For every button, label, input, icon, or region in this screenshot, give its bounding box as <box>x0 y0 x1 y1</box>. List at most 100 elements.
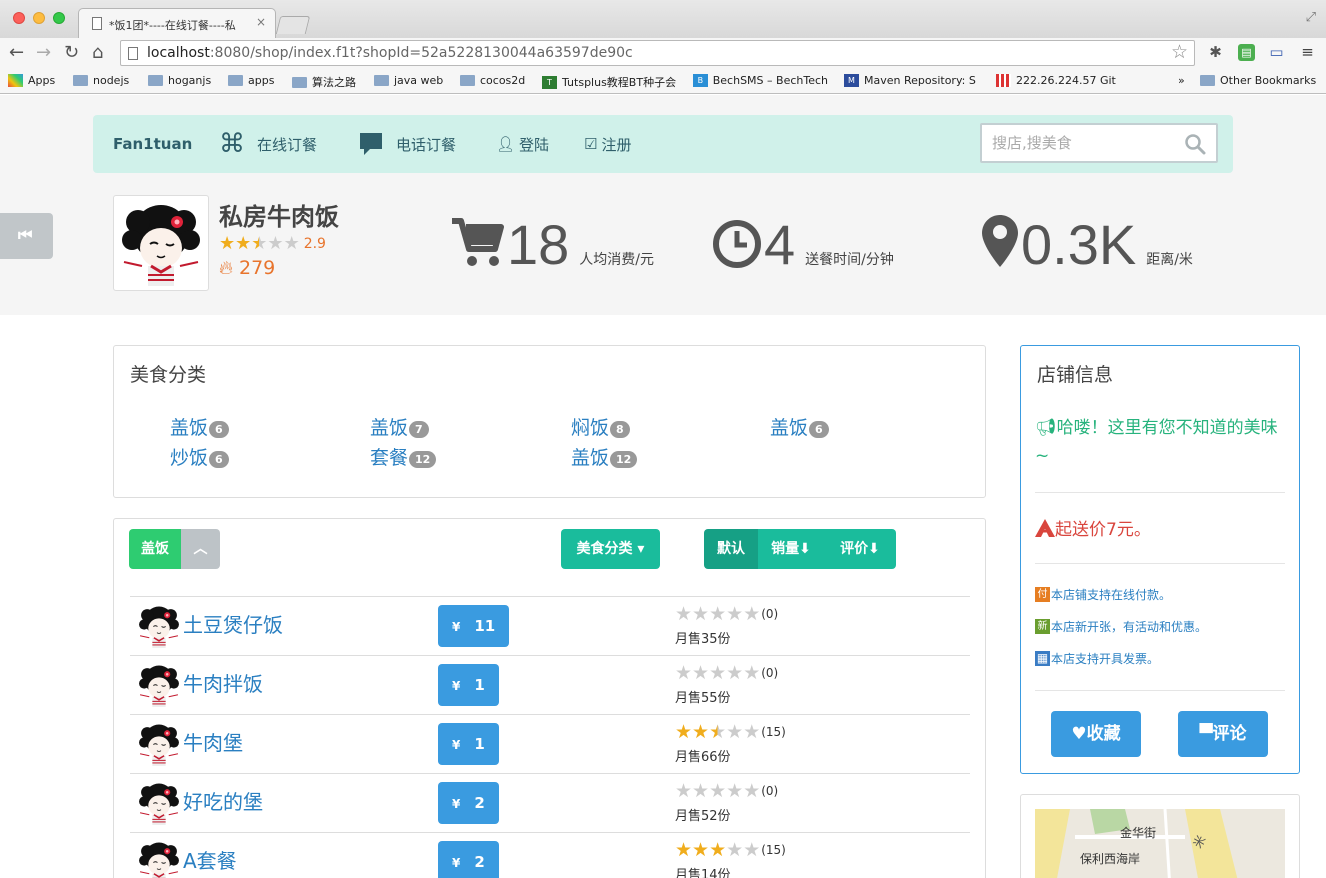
extension-bug-icon[interactable]: ✱ <box>1207 44 1224 61</box>
extension-printer-green-icon[interactable]: ▤ <box>1238 44 1255 61</box>
current-category-button[interactable]: 盖饭 <box>129 529 181 569</box>
shop-avatar-image <box>137 663 181 707</box>
shop-location-map[interactable]: 金华街 保利西海岸 米 <box>1035 809 1285 878</box>
close-window-button[interactable] <box>13 12 25 24</box>
nav-online-order[interactable]: ⌘ 在线订餐 <box>219 128 317 160</box>
count-badge: 6 <box>209 451 229 468</box>
star-icon: ★ <box>726 780 744 802</box>
dish-thumbnail[interactable] <box>137 840 181 878</box>
fullscreen-icon[interactable]: ⤢ <box>1306 10 1316 25</box>
category-link[interactable]: 盖饭 6 <box>170 413 229 440</box>
avg-cost-stat: 18 人均消费/元 <box>507 213 654 273</box>
search-input[interactable] <box>992 134 1172 152</box>
category-dropdown-button[interactable]: 美食分类 ▾ <box>561 529 660 569</box>
star-icon: ★ <box>267 233 284 254</box>
category-link[interactable]: 焖饭 8 <box>571 413 630 440</box>
monthly-sales: 月售52份 <box>675 809 731 824</box>
dish-name-link[interactable]: 牛肉拌饭 <box>183 668 263 697</box>
bookmark-folder[interactable]: nodejs <box>73 74 129 87</box>
star-icon: ★ <box>743 839 761 861</box>
category-link[interactable]: 盖饭 6 <box>770 413 829 440</box>
category-link[interactable]: 炒饭 6 <box>170 443 229 470</box>
star-icon: ★ <box>283 233 300 254</box>
bookmark-link[interactable]: 222.26.224.57 Git <box>996 74 1116 87</box>
divider <box>1035 563 1285 564</box>
page-content: Fan1tuan ⌘在线订餐 电话订餐 👤︎登陆 ☑注册 ⏮ <box>0 95 1326 878</box>
dish-name-link[interactable]: 好吃的堡 <box>183 786 263 815</box>
star-icon: ★ <box>675 839 693 861</box>
dish-name-link[interactable]: 牛肉堡 <box>183 727 243 756</box>
star-icon: ★ <box>692 662 710 684</box>
other-bookmarks[interactable]: Other Bookmarks <box>1200 74 1316 87</box>
monthly-sales: 月售55份 <box>675 691 731 706</box>
sort-default-button[interactable]: 默认 <box>704 529 758 569</box>
back-arrow-icon[interactable]: ← <box>9 41 24 65</box>
bookmark-folder[interactable]: hoganjs <box>148 74 211 87</box>
nav-register[interactable]: ☑ 注册 <box>584 128 631 160</box>
shop-info-panel: 店铺信息 📢︎哈喽！这里有您不知道的美味~ 起送价7元。 付本店铺支持在线付款。… <box>1020 345 1300 774</box>
menu-icon[interactable]: ≡ <box>1299 44 1316 61</box>
command-icon: ⌘ <box>219 129 245 159</box>
bookmark-folder[interactable]: java web <box>374 74 443 87</box>
shop-avatar-image <box>137 840 181 878</box>
reload-icon[interactable]: ↻ <box>64 41 79 65</box>
bookmark-link[interactable]: M Maven Repository: S <box>844 74 979 87</box>
star-icon: ★ <box>219 233 236 254</box>
category-link[interactable]: 盖饭 12 <box>571 443 638 470</box>
zoom-window-button[interactable] <box>53 12 65 24</box>
category-link[interactable]: 套餐 12 <box>370 443 437 470</box>
count-badge: 8 <box>610 421 630 438</box>
minimize-window-button[interactable] <box>33 12 45 24</box>
bookmark-apps[interactable]: Apps <box>8 74 55 87</box>
add-to-cart-price-button[interactable]: ¥2 <box>438 782 499 824</box>
browser-tab-active[interactable]: *饭1团*----在线订餐----私 × <box>78 8 276 38</box>
bookmarks-overflow-button[interactable]: » <box>1178 74 1185 87</box>
add-to-cart-price-button[interactable]: ¥11 <box>438 605 510 647</box>
category-link[interactable]: 盖饭 7 <box>370 413 429 440</box>
bookmark-folder[interactable]: 算法之路 <box>292 74 356 90</box>
dish-thumbnail[interactable] <box>137 663 181 707</box>
dish-name-link[interactable]: 土豆煲仔饭 <box>183 609 283 638</box>
shop-name: 私房牛肉饭 <box>219 203 339 231</box>
address-bar[interactable]: localhost:8080/shop/index.f1t?shopId=52a… <box>120 40 1195 66</box>
add-to-cart-price-button[interactable]: ¥1 <box>438 664 499 706</box>
review-count: (0) <box>761 784 779 798</box>
favorite-button[interactable]: ♥收藏 <box>1051 711 1141 757</box>
shop-rating-stars: ★★★★★ <box>219 233 300 254</box>
home-icon[interactable]: ⌂ <box>92 41 103 65</box>
star-icon: ★ <box>675 780 693 802</box>
extension-printer-blue-icon[interactable]: ▭ <box>1268 44 1285 61</box>
star-icon: ★ <box>726 839 744 861</box>
site-brand[interactable]: Fan1tuan <box>113 135 192 153</box>
nav-phone-order[interactable]: 电话订餐 <box>358 128 456 160</box>
new-tab-button[interactable] <box>275 16 311 34</box>
heart-icon: ♥ <box>1071 724 1087 744</box>
forward-arrow-icon[interactable]: → <box>36 41 51 65</box>
collapse-side-button[interactable]: ⏮ <box>0 213 53 259</box>
shop-rating-score: 2.9 <box>303 235 326 252</box>
dish-rating-stars: ★★★★★ <box>675 839 760 861</box>
tab-close-icon[interactable]: × <box>256 15 266 29</box>
sort-rating-button[interactable]: 评价⬇ <box>824 529 896 569</box>
star-icon: ★ <box>692 839 710 861</box>
new-shop-note: 新本店新开张，有活动和优惠。 <box>1035 618 1207 635</box>
bookmark-folder[interactable]: cocos2d <box>460 74 525 87</box>
sort-sales-button[interactable]: 销量⬇ <box>758 529 824 569</box>
comment-button[interactable]: ▀评论 <box>1178 711 1268 757</box>
collapse-button[interactable]: ︿ <box>181 529 220 569</box>
bookmark-folder[interactable]: apps <box>228 74 274 87</box>
dish-thumbnail[interactable] <box>137 604 181 648</box>
bookmark-star-icon[interactable]: ☆ <box>1171 41 1188 63</box>
bookmark-link[interactable]: T Tutsplus教程BT种子会 <box>542 74 677 90</box>
search-icon[interactable] <box>1184 133 1206 155</box>
dish-thumbnail[interactable] <box>137 722 181 766</box>
bookmark-link[interactable]: B BechSMS – BechTech <box>693 74 828 87</box>
star-icon: ★ <box>675 603 693 625</box>
add-to-cart-price-button[interactable]: ¥2 <box>438 841 499 878</box>
dish-thumbnail[interactable] <box>137 781 181 825</box>
nav-login[interactable]: 👤︎ 登陆 <box>496 128 549 160</box>
dish-name-link[interactable]: A套餐 <box>183 845 237 874</box>
url-text[interactable]: localhost:8080/shop/index.f1t?shopId=52a… <box>147 45 633 61</box>
monthly-sales: 月售66份 <box>675 750 731 765</box>
add-to-cart-price-button[interactable]: ¥1 <box>438 723 499 765</box>
